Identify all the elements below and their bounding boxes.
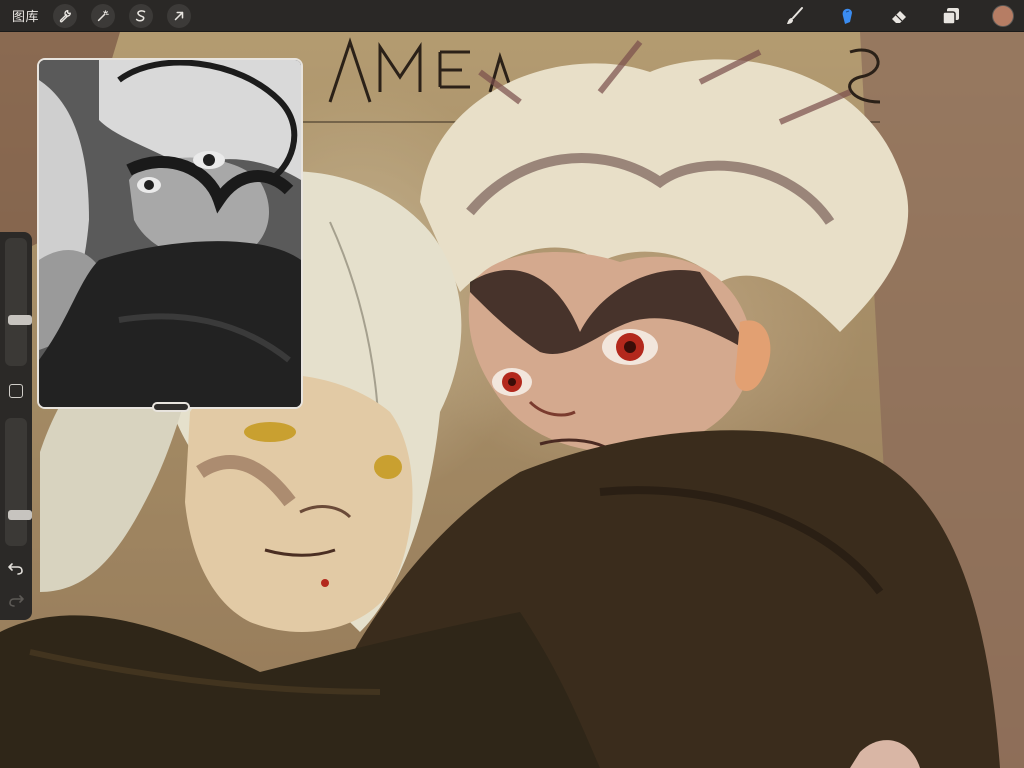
selection-s-icon [135, 9, 146, 21]
gallery-button[interactable]: 图库 [12, 6, 39, 25]
reference-grayscale-preview [39, 60, 301, 407]
arrow-cursor-icon [174, 11, 184, 20]
brush-size-slider[interactable] [5, 238, 32, 366]
brush-size-thumb[interactable] [8, 315, 32, 325]
brush-icon [787, 7, 803, 24]
undo-arrow-icon [8, 563, 23, 575]
eraser-button[interactable] [886, 3, 912, 29]
current-color-swatch [992, 5, 1014, 27]
smudge-button[interactable] [834, 3, 860, 29]
transform-button[interactable] [167, 3, 192, 28]
eraser-icon [892, 11, 906, 23]
right-tool-group [756, 0, 1016, 32]
layers-button[interactable] [938, 3, 964, 29]
wrench-icon [59, 9, 71, 22]
smudge-finger-icon [842, 8, 852, 24]
layers-icon [942, 8, 959, 25]
magic-wand-icon [97, 9, 109, 21]
adjustments-button[interactable] [91, 3, 116, 28]
redo-arrow-icon [9, 595, 24, 607]
selection-button[interactable] [129, 3, 154, 28]
redo-button[interactable] [6, 590, 26, 610]
undo-button[interactable] [6, 558, 26, 578]
actions-button[interactable] [53, 3, 78, 28]
left-sidebar [0, 232, 32, 620]
top-toolbar: 图库 [0, 0, 1024, 32]
opacity-thumb[interactable] [8, 510, 32, 520]
modify-button[interactable] [9, 384, 23, 398]
opacity-slider[interactable] [5, 418, 32, 546]
color-button[interactable] [990, 3, 1016, 29]
reference-window[interactable] [37, 58, 303, 409]
brush-button[interactable] [782, 3, 808, 29]
reference-resize-handle[interactable] [152, 402, 190, 412]
